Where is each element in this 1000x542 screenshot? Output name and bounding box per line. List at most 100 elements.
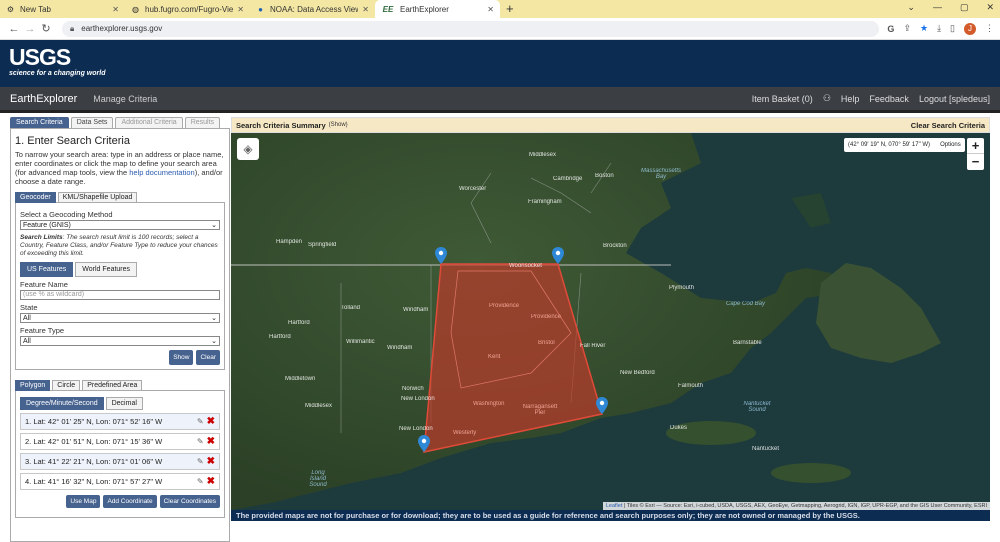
tab-decimal[interactable]: Decimal xyxy=(105,397,143,410)
map-label: Middlesex xyxy=(305,403,333,409)
close-tab-icon[interactable]: ✕ xyxy=(487,5,494,14)
browser-tab-earthexplorer[interactable]: EE EarthExplorer ✕ xyxy=(375,0,500,18)
menu-kebab-icon[interactable]: ⋮ xyxy=(985,23,994,34)
bookmark-star-icon[interactable]: ★ xyxy=(920,23,928,34)
polygon-vertex-marker[interactable] xyxy=(552,247,564,264)
minimize-icon[interactable]: — xyxy=(933,2,942,13)
tab-geocoder[interactable]: Geocoder xyxy=(15,192,56,203)
polygon-vertex-marker[interactable] xyxy=(418,435,430,452)
edit-icon[interactable]: ✎ xyxy=(197,457,204,466)
clear-search-criteria-link[interactable]: Clear Search Criteria xyxy=(911,121,985,130)
wizard-tabs: Search Criteria Data Sets Additional Cri… xyxy=(10,117,230,128)
coordinate-row[interactable]: 1. Lat: 42° 01' 25" N, Lon: 071° 52' 16"… xyxy=(20,413,220,430)
download-icon[interactable]: ⤓ xyxy=(937,23,941,34)
app-brand[interactable]: EarthExplorer xyxy=(10,93,77,105)
clear-button[interactable]: Clear xyxy=(196,350,220,365)
coordinate-row[interactable]: 4. Lat: 41° 16' 32" N, Lon: 071° 57' 27"… xyxy=(20,473,220,490)
google-icon[interactable]: G xyxy=(887,24,894,34)
profile-avatar[interactable]: J xyxy=(964,22,976,35)
tab-results[interactable]: Results xyxy=(184,117,221,128)
browser-tab-new-tab[interactable]: ⚙ New Tab ✕ xyxy=(0,0,125,18)
edit-icon[interactable]: ✎ xyxy=(197,417,204,426)
coordinate-row[interactable]: 2. Lat: 42° 01' 51" N, Lon: 071° 15' 36"… xyxy=(20,433,220,450)
back-icon[interactable]: ← xyxy=(6,23,22,35)
reload-icon[interactable]: ↻ xyxy=(38,22,54,35)
close-tab-icon[interactable]: ✕ xyxy=(112,5,119,14)
clear-coordinates-button[interactable]: Clear Coordinates xyxy=(159,495,220,508)
polygon-vertex-marker[interactable] xyxy=(435,247,447,264)
manage-criteria-link[interactable]: Manage Criteria xyxy=(93,94,157,104)
close-tab-icon[interactable]: ✕ xyxy=(362,5,369,14)
leaflet-link[interactable]: Leaflet xyxy=(606,503,623,509)
show-button[interactable]: Show xyxy=(169,350,194,365)
delete-icon[interactable]: ✖ xyxy=(207,456,215,467)
tab-world-features[interactable]: World Features xyxy=(75,262,138,277)
tab-circle[interactable]: Circle xyxy=(52,380,81,391)
feature-name-input[interactable]: (use % as wildcard) xyxy=(20,290,220,300)
tab-us-features[interactable]: US Features xyxy=(20,262,74,277)
help-link[interactable]: Help xyxy=(841,94,860,104)
search-limits-note: Search Limits: The search result limit i… xyxy=(20,234,218,257)
map-label: Washington xyxy=(473,401,505,407)
help-documentation-link[interactable]: help documentation xyxy=(129,168,194,177)
maximize-icon[interactable]: ▢ xyxy=(960,2,969,13)
item-basket-link[interactable]: Item Basket (0) xyxy=(752,94,813,104)
map-label: Brockton xyxy=(603,243,627,249)
map-label: Westerly xyxy=(453,430,477,436)
tab-additional-criteria[interactable]: Additional Criteria xyxy=(115,117,183,128)
map-label: Nantucket xyxy=(752,446,780,452)
tab-kml-upload[interactable]: KML/Shapefile Upload xyxy=(57,192,138,203)
feature-tabs: US Features World Features xyxy=(20,262,220,277)
map-options-button[interactable]: Options xyxy=(940,142,961,148)
chevron-down-icon: ⌄ xyxy=(211,315,217,322)
map-label: Worcester xyxy=(459,186,487,192)
tab-data-sets[interactable]: Data Sets xyxy=(70,117,114,128)
tab-search-icon[interactable]: ⌄ xyxy=(907,2,915,13)
close-tab-icon[interactable]: ✕ xyxy=(237,5,244,14)
map-label: Providence xyxy=(489,303,520,309)
cursor-coordinates: (42° 09' 19" N, 070° 59' 17" W) xyxy=(848,142,931,148)
tab-search-criteria[interactable]: Search Criteria xyxy=(10,117,69,128)
logout-link[interactable]: Logout [spledeus] xyxy=(919,94,990,104)
feedback-link[interactable]: Feedback xyxy=(869,94,909,104)
state-select[interactable]: All ⌄ xyxy=(20,313,220,323)
zoom-in-button[interactable]: + xyxy=(967,138,984,154)
delete-icon[interactable]: ✖ xyxy=(207,476,215,487)
browser-tab-noaa[interactable]: ● NOAA: Data Access Viewer ✕ xyxy=(250,0,375,18)
add-coordinate-button[interactable]: Add Coordinate xyxy=(103,495,157,508)
edit-icon[interactable]: ✎ xyxy=(197,437,204,446)
use-map-button[interactable]: Use Map xyxy=(66,495,101,508)
user-profile-icon[interactable]: ⚇ xyxy=(823,93,831,104)
zoom-out-button[interactable]: − xyxy=(967,154,984,170)
tab-polygon[interactable]: Polygon xyxy=(15,380,51,391)
map-label: New London xyxy=(401,396,435,402)
window-close-icon[interactable]: ✕ xyxy=(986,2,994,13)
state-label: State xyxy=(20,303,38,312)
share-icon[interactable]: ⇪ xyxy=(903,23,911,34)
usgs-logo[interactable]: USGS science for a changing world xyxy=(9,45,105,78)
feature-type-select[interactable]: All ⌄ xyxy=(20,336,220,346)
new-tab-button[interactable]: + xyxy=(506,0,514,18)
summary-show-link[interactable]: (Show) xyxy=(329,122,348,128)
search-criteria-summary: Search Criteria Summary (Show) Clear Sea… xyxy=(231,117,990,133)
map-label: Willimantic xyxy=(346,339,375,345)
geocoding-method-select[interactable]: Feature (GNIS) ⌄ xyxy=(20,220,220,230)
map-label: New London xyxy=(399,426,433,432)
map-label: Windham xyxy=(387,345,413,351)
browser-tab-fugro[interactable]: ◍ hub.fugro.com/Fugro-Viewer/ ✕ xyxy=(125,0,250,18)
delete-icon[interactable]: ✖ xyxy=(207,416,215,427)
tab-title: hub.fugro.com/Fugro-Viewer/ xyxy=(145,4,234,14)
satellite-map[interactable]: Middlesex Massachusetts Bay Cambridge Bo… xyxy=(231,133,990,510)
tab-dms[interactable]: Degree/Minute/Second xyxy=(20,397,104,410)
polygon-vertex-marker[interactable] xyxy=(596,397,608,414)
delete-icon[interactable]: ✖ xyxy=(207,436,215,447)
edit-icon[interactable]: ✎ xyxy=(197,477,204,486)
forward-icon[interactable]: → xyxy=(22,23,38,35)
url-field[interactable]: 🔒︎ earthexplorer.usgs.gov xyxy=(62,20,880,37)
sidepanel-icon[interactable]: ▯ xyxy=(950,23,955,34)
coordinate-row[interactable]: 3. Lat: 41° 22' 21" N, Lon: 071° 01' 06"… xyxy=(20,453,220,470)
tab-predefined-area[interactable]: Predefined Area xyxy=(82,380,143,391)
feature-type-label: Feature Type xyxy=(20,326,65,335)
layers-icon[interactable]: ◈ xyxy=(237,138,259,160)
geocoding-method-label: Select a Geocoding Method xyxy=(20,210,113,219)
